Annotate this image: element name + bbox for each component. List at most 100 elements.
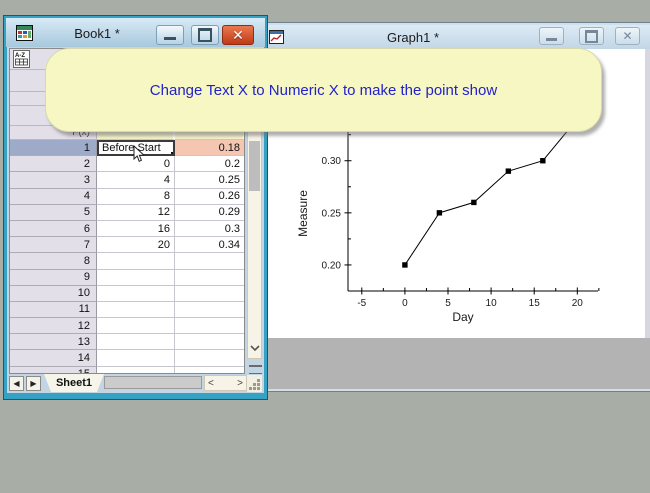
graph-page-margin bbox=[645, 49, 650, 338]
book1-maximize-button[interactable] bbox=[191, 25, 219, 45]
cell-y[interactable]: 0.34 bbox=[175, 237, 245, 253]
cell-x[interactable]: 8 bbox=[97, 189, 175, 205]
svg-text:A-Z: A-Z bbox=[15, 53, 25, 59]
table-row: 340.25 bbox=[10, 172, 244, 188]
book1-minimize-button[interactable] bbox=[156, 25, 184, 45]
cell-y[interactable]: 0.25 bbox=[175, 172, 245, 188]
graph1-close-button[interactable]: ✕ bbox=[615, 27, 640, 45]
cell-x[interactable] bbox=[97, 367, 175, 374]
cell-y[interactable] bbox=[175, 270, 245, 286]
horizontal-scrollbar[interactable]: < > bbox=[204, 375, 247, 391]
previous-sheet-button[interactable]: ◀ bbox=[9, 376, 24, 391]
scrollbar-thumb[interactable] bbox=[249, 141, 260, 191]
table-row: 10 bbox=[10, 286, 244, 302]
cell-x[interactable] bbox=[97, 302, 175, 318]
table-row: 480.26 bbox=[10, 189, 244, 205]
minimize-icon bbox=[164, 37, 176, 40]
tab-strip bbox=[104, 376, 202, 389]
cell-y[interactable] bbox=[175, 286, 245, 302]
cell-x[interactable] bbox=[97, 286, 175, 302]
table-row: 1Before Start0.18 bbox=[10, 140, 244, 156]
worksheet-rows: 1Before Start0.18200.2340.25480.265120.2… bbox=[10, 140, 244, 374]
minimize-icon bbox=[546, 38, 557, 41]
desktop: Graph1 * ✕ -5051015200.200.250.30DayMeas… bbox=[0, 0, 650, 493]
row-header[interactable]: 15 bbox=[10, 367, 97, 374]
table-row: 9 bbox=[10, 270, 244, 286]
mouse-cursor-icon bbox=[133, 145, 147, 163]
svg-text:15: 15 bbox=[529, 298, 541, 309]
table-row: 6160.3 bbox=[10, 221, 244, 237]
cell-y[interactable] bbox=[175, 350, 245, 366]
cell-x[interactable] bbox=[97, 253, 175, 269]
workbook-window-icon bbox=[16, 25, 33, 42]
table-row: 7200.34 bbox=[10, 237, 244, 253]
cell-y[interactable]: 0.29 bbox=[175, 205, 245, 221]
cell-x[interactable]: 4 bbox=[97, 172, 175, 188]
svg-text:0.20: 0.20 bbox=[322, 260, 342, 271]
sheet-tab-bar: ◀ ▶ Sheet1 < > bbox=[7, 374, 264, 393]
svg-text:-5: -5 bbox=[357, 298, 366, 309]
row-header[interactable]: 1 bbox=[10, 140, 97, 156]
graph1-maximize-button[interactable] bbox=[579, 27, 604, 45]
cell-y[interactable] bbox=[175, 318, 245, 334]
row-header[interactable]: 10 bbox=[10, 286, 97, 302]
row-header[interactable]: 13 bbox=[10, 334, 97, 350]
tooltip-balloon: Change Text X to Numeric X to make the p… bbox=[45, 48, 602, 132]
cell-y[interactable] bbox=[175, 253, 245, 269]
cell-y[interactable] bbox=[175, 367, 245, 374]
cell-x[interactable] bbox=[97, 334, 175, 350]
table-row: 15 bbox=[10, 367, 244, 374]
cell-y[interactable]: 0.2 bbox=[175, 156, 245, 172]
cell-x[interactable]: 12 bbox=[97, 205, 175, 221]
maximize-icon bbox=[198, 28, 212, 42]
sheet1-tab[interactable]: Sheet1 bbox=[44, 374, 104, 392]
cell-x[interactable]: 20 bbox=[97, 237, 175, 253]
svg-text:20: 20 bbox=[572, 298, 584, 309]
svg-text:0: 0 bbox=[402, 298, 408, 309]
sort-az-icon: A-Z bbox=[13, 50, 30, 68]
row-header[interactable]: 3 bbox=[10, 172, 97, 188]
book1-window-title: Book1 * bbox=[39, 26, 155, 41]
row-header[interactable]: 9 bbox=[10, 270, 97, 286]
row-header[interactable]: 6 bbox=[10, 221, 97, 237]
cell-x[interactable] bbox=[97, 350, 175, 366]
cell-y[interactable]: 0.18 bbox=[175, 140, 245, 156]
row-header[interactable]: 11 bbox=[10, 302, 97, 318]
row-header[interactable]: 12 bbox=[10, 318, 97, 334]
cell-x[interactable] bbox=[97, 318, 175, 334]
table-row: 12 bbox=[10, 318, 244, 334]
grip-dots-icon bbox=[249, 379, 261, 391]
cell-y[interactable] bbox=[175, 302, 245, 318]
maximize-icon bbox=[585, 30, 598, 43]
row-header[interactable]: 4 bbox=[10, 189, 97, 205]
cell-x[interactable] bbox=[97, 270, 175, 286]
row-header[interactable]: 7 bbox=[10, 237, 97, 253]
row-header[interactable]: 2 bbox=[10, 156, 97, 172]
svg-text:0.30: 0.30 bbox=[322, 156, 342, 167]
cell-x[interactable]: 16 bbox=[97, 221, 175, 237]
table-row: 14 bbox=[10, 350, 244, 366]
row-header[interactable]: 14 bbox=[10, 350, 97, 366]
resize-grip[interactable] bbox=[247, 375, 262, 392]
close-icon: ✕ bbox=[232, 28, 244, 42]
svg-text:10: 10 bbox=[486, 298, 498, 309]
scroll-down-arrow-icon[interactable] bbox=[248, 344, 261, 356]
table-row: 200.2 bbox=[10, 156, 244, 172]
svg-text:5: 5 bbox=[445, 298, 451, 309]
svg-text:Day: Day bbox=[452, 310, 473, 324]
graph1-minimize-button[interactable] bbox=[539, 27, 564, 45]
graph1-window-title: Graph1 * bbox=[291, 30, 535, 45]
cell-y[interactable]: 0.3 bbox=[175, 221, 245, 237]
table-row: 8 bbox=[10, 253, 244, 269]
row-header[interactable]: 5 bbox=[10, 205, 97, 221]
svg-text:Measure: Measure bbox=[296, 190, 310, 237]
cell-y[interactable] bbox=[175, 334, 245, 350]
next-sheet-button[interactable]: ▶ bbox=[26, 376, 41, 391]
svg-text:0.25: 0.25 bbox=[322, 208, 342, 219]
book1-close-button[interactable]: ✕ bbox=[222, 25, 254, 45]
row-header[interactable]: 8 bbox=[10, 253, 97, 269]
scroll-right-arrow-icon[interactable]: > bbox=[237, 378, 243, 389]
close-icon: ✕ bbox=[622, 30, 632, 42]
scroll-left-arrow-icon[interactable]: < bbox=[208, 378, 214, 389]
cell-y[interactable]: 0.26 bbox=[175, 189, 245, 205]
